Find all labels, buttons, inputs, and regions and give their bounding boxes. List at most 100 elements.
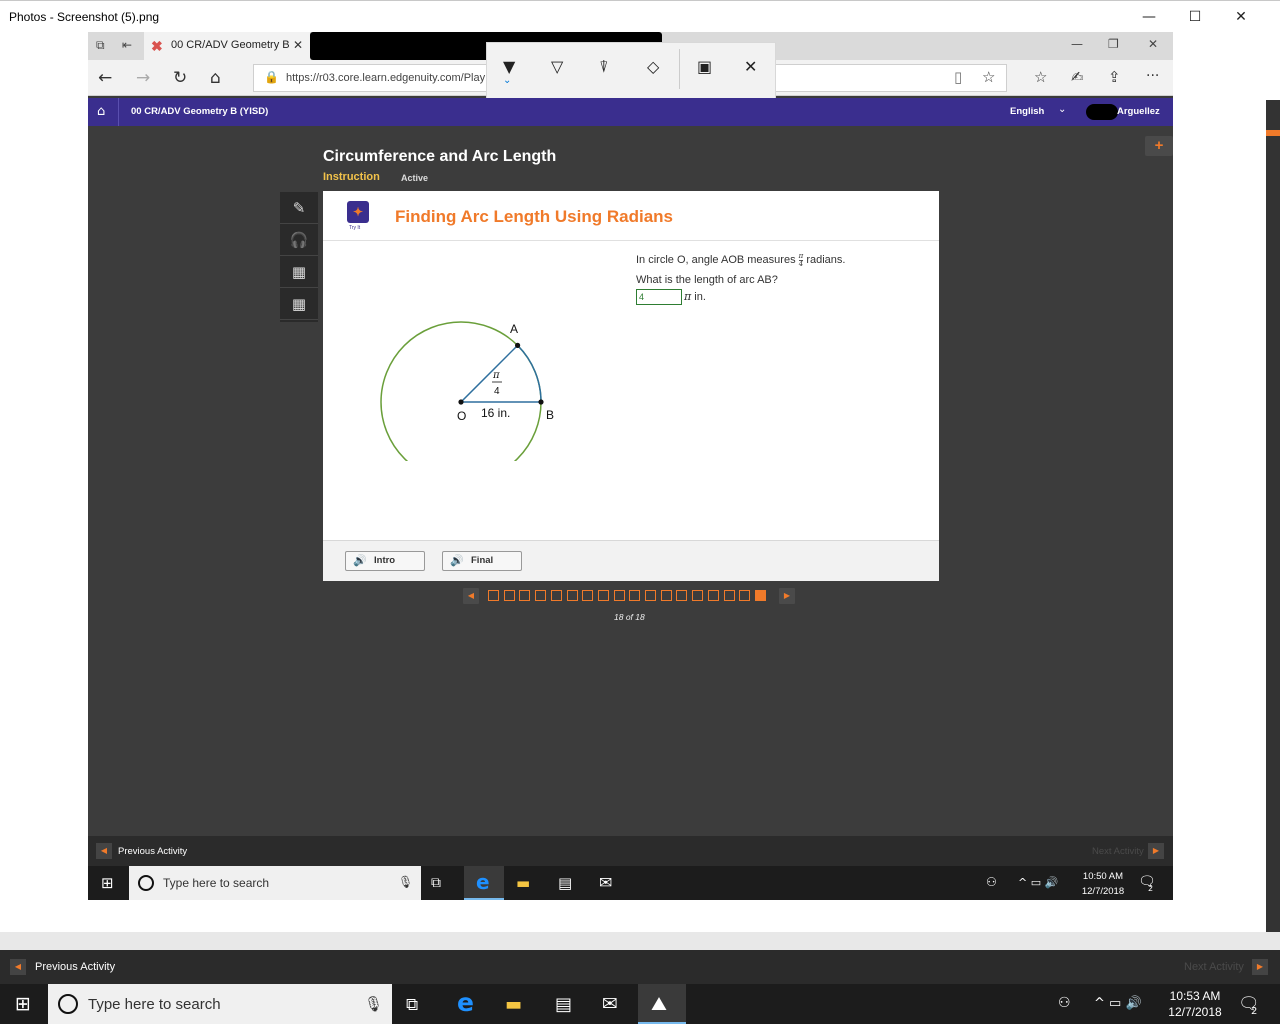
chevron-down-icon[interactable]: ⌄ [1058,104,1066,115]
photos-close-button[interactable]: ✕ [1218,1,1264,33]
tab-close-icon[interactable]: ✕ [293,38,303,52]
instruction-tab[interactable]: Instruction [323,171,380,183]
taskbar-clock[interactable]: 10:50 AM 12/7/2018 [1074,869,1132,899]
ink-close-icon[interactable]: ✕ [744,57,757,76]
page-box-17[interactable] [739,590,751,601]
refresh-icon[interactable]: ↻ [173,68,187,88]
system-tray-icon[interactable]: ^ ▭ 🔊 [1018,876,1058,889]
calculator-tool-button[interactable]: ▦ [280,256,318,288]
scientific-calculator-tool-button[interactable]: ▦ [280,288,318,320]
web-notes-icon[interactable]: ✍ [1071,68,1084,86]
outer-next-activity-arrow-icon[interactable]: ▶ [1252,959,1268,975]
pencil-tool-button[interactable]: ✎ [280,192,318,224]
page-box-3[interactable] [519,590,531,601]
set-aside-tabs-icon[interactable]: ⇤ [122,38,132,52]
share-icon[interactable]: ⇪ [1108,68,1121,86]
outer-photos-icon[interactable]: ⛰ [651,993,667,1015]
page-box-15[interactable] [707,590,719,601]
people-icon[interactable]: ⚇ [986,875,997,889]
pen-options-chevron-icon[interactable]: ⌄ [503,75,511,86]
page-box-12[interactable] [660,590,672,601]
page-box-11[interactable] [645,590,656,601]
page-box-13[interactable] [676,590,688,601]
status-badge: Active [401,173,429,183]
outer-windows-start-icon[interactable]: ⊞ [15,993,31,1015]
outer-previous-activity-link[interactable]: Previous Activity [35,961,115,973]
outer-task-view-icon[interactable]: ⧉ [406,995,418,1015]
site-home-icon[interactable]: ⌂ [97,104,105,119]
edge-icon[interactable]: e [476,870,490,894]
page-box-16[interactable] [723,590,735,601]
page-box-9[interactable] [613,590,625,601]
card-heading: Finding Arc Length Using Radians [395,207,673,226]
taskbar-search-box[interactable]: Type here to search 🎙 [129,866,421,900]
favorites-list-icon[interactable]: ☆ [1034,68,1047,86]
file-explorer-icon[interactable]: ▬ [516,874,530,892]
browser-close-button[interactable]: ✕ [1148,37,1158,51]
touch-writing-icon[interactable]: ▣ [697,57,712,76]
more-icon[interactable]: ··· [1146,68,1159,84]
next-activity-arrow-icon[interactable]: ▶ [1148,843,1164,859]
tool-strip: ✎ 🎧 ▦ ▦ [280,192,318,322]
outer-store-icon[interactable]: ▤ [555,994,572,1015]
tab-preview-icon[interactable]: ⧉ [96,38,105,53]
user-name[interactable]: Arguellez [1117,106,1160,117]
page-box-8[interactable] [597,590,609,601]
page-box-18[interactable] [754,590,766,601]
home-icon[interactable]: ⌂ [210,68,221,88]
mail-icon[interactable]: ✉ [599,873,612,892]
back-icon[interactable]: ← [98,68,112,88]
outer-system-tray-icon[interactable]: ^ ▭ 🔊 [1094,996,1142,1011]
outer-mail-icon[interactable]: ✉ [602,993,618,1015]
page-box-10[interactable] [629,590,641,601]
outer-file-explorer-icon[interactable]: ▬ [505,994,522,1015]
plus-button[interactable]: + [1145,136,1173,156]
highlighter-icon[interactable]: ⍒ [599,57,609,77]
browser-tab[interactable]: ✖ 00 CR/ADV Geometry B ✕ [144,32,310,60]
windows-start-icon[interactable]: ⊞ [101,874,114,892]
eraser-icon[interactable]: ◇ [647,57,659,76]
forward-icon[interactable]: → [136,68,150,88]
outer-edge-icon[interactable]: e [457,988,474,1017]
previous-page-button[interactable]: ◀ [463,588,479,604]
audio-tool-button[interactable]: 🎧 [280,224,318,256]
language-select[interactable]: English [1010,106,1044,117]
outer-people-icon[interactable]: ⚇ [1058,995,1071,1011]
point-o-dot [458,399,464,405]
page-box-4[interactable] [535,590,547,601]
outer-next-activity-link[interactable]: Next Activity [1184,961,1244,973]
microphone-icon[interactable]: 🎙 [398,875,413,889]
photos-minimize-button[interactable]: — [1126,1,1172,33]
previous-activity-arrow-icon[interactable]: ◀ [96,843,112,859]
intro-audio-button[interactable]: 🔊 Intro [345,551,425,571]
point-a-label: A [510,322,518,336]
store-icon[interactable]: ▤ [558,874,572,892]
final-audio-button[interactable]: 🔊 Final [442,551,522,571]
outer-taskbar-search-box[interactable]: Type here to search 🎙 [48,984,392,1024]
photos-maximize-button[interactable]: ☐ [1172,1,1218,33]
arc-length-answer-input[interactable] [636,289,682,305]
page-box-14[interactable] [692,590,704,601]
outer-previous-activity-arrow-icon[interactable]: ◀ [10,959,26,975]
browser-minimize-button[interactable]: — [1071,37,1083,51]
try-it-icon: ✦ [347,201,369,223]
page-box-6[interactable] [566,590,578,601]
page-box-5[interactable] [550,590,562,601]
page-box-7[interactable] [582,590,594,601]
next-activity-link[interactable]: Next Activity [1092,846,1144,857]
page-box-2[interactable] [503,590,515,601]
favorite-star-icon[interactable]: ☆ [982,68,995,86]
next-page-button[interactable]: ▶ [779,588,795,604]
pencil-icon[interactable]: ▽ [551,57,563,76]
task-view-icon[interactable]: ⧉ [431,875,441,891]
browser-restore-button[interactable]: ❐ [1108,37,1119,51]
course-name[interactable]: 00 CR/ADV Geometry B (YISD) [131,106,268,117]
previous-activity-link[interactable]: Previous Activity [118,846,187,857]
reading-view-icon[interactable]: ▯ [954,68,962,86]
outer-taskbar-clock[interactable]: 10:53 AM 12/7/2018 [1162,988,1228,1020]
page-box-1[interactable] [488,590,499,601]
outer-microphone-icon[interactable]: 🎙 [364,995,383,1013]
sector-aob [459,344,542,403]
action-center-icon[interactable]: 🗨 [1138,874,1156,890]
ballpoint-pen-icon[interactable]: ▼ [503,57,515,76]
